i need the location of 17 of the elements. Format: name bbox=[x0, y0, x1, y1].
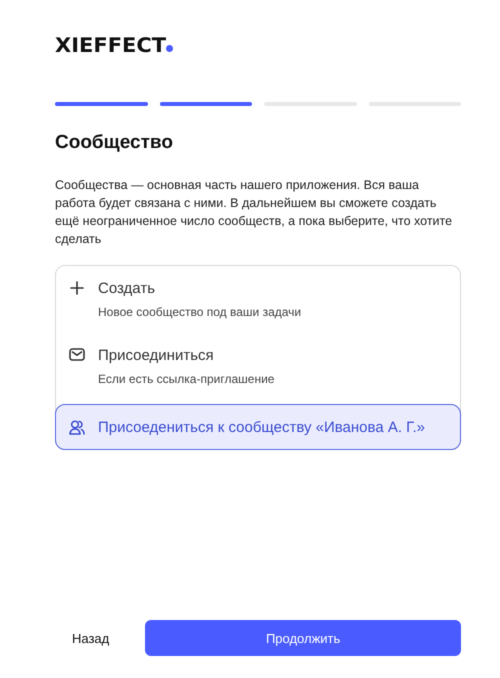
option-item[interactable]: Присоедениться к сообществу «Иванова А. Г.» bbox=[55, 404, 461, 450]
page-title: Сообщество bbox=[55, 132, 174, 154]
option-title: Присоединиться bbox=[98, 346, 214, 366]
option-title: Присоедениться к сообществу «Иванова А. Г.» bbox=[98, 418, 425, 438]
option-title: Создать bbox=[98, 279, 156, 299]
option-subtitle: Если есть ссылка-приглашение bbox=[98, 372, 276, 386]
logo-dot-icon bbox=[166, 45, 173, 52]
continue-button[interactable]: Продолжить bbox=[145, 620, 461, 656]
description: Сообщества — основная часть нашего приложения. Вся ваша работа будет связана с ними. В дальнейшем вы сможете создать ещё неограниченное число сообществ, а пока выберите, что хотите сделать bbox=[55, 177, 454, 248]
option-item[interactable]: Присоединиться Если есть ссылка-приглашение bbox=[56, 333, 460, 398]
plus-icon bbox=[69, 281, 85, 295]
mail-icon bbox=[69, 348, 85, 361]
option-item[interactable]: Создать Новое сообщество под ваши задачи bbox=[56, 266, 460, 331]
option-subtitle: Новое сообщество под ваши задачи bbox=[98, 305, 302, 319]
back-button[interactable]: Назад bbox=[55, 622, 110, 654]
users-icon bbox=[69, 420, 85, 435]
logo-text: XIEFFECT bbox=[55, 34, 166, 56]
